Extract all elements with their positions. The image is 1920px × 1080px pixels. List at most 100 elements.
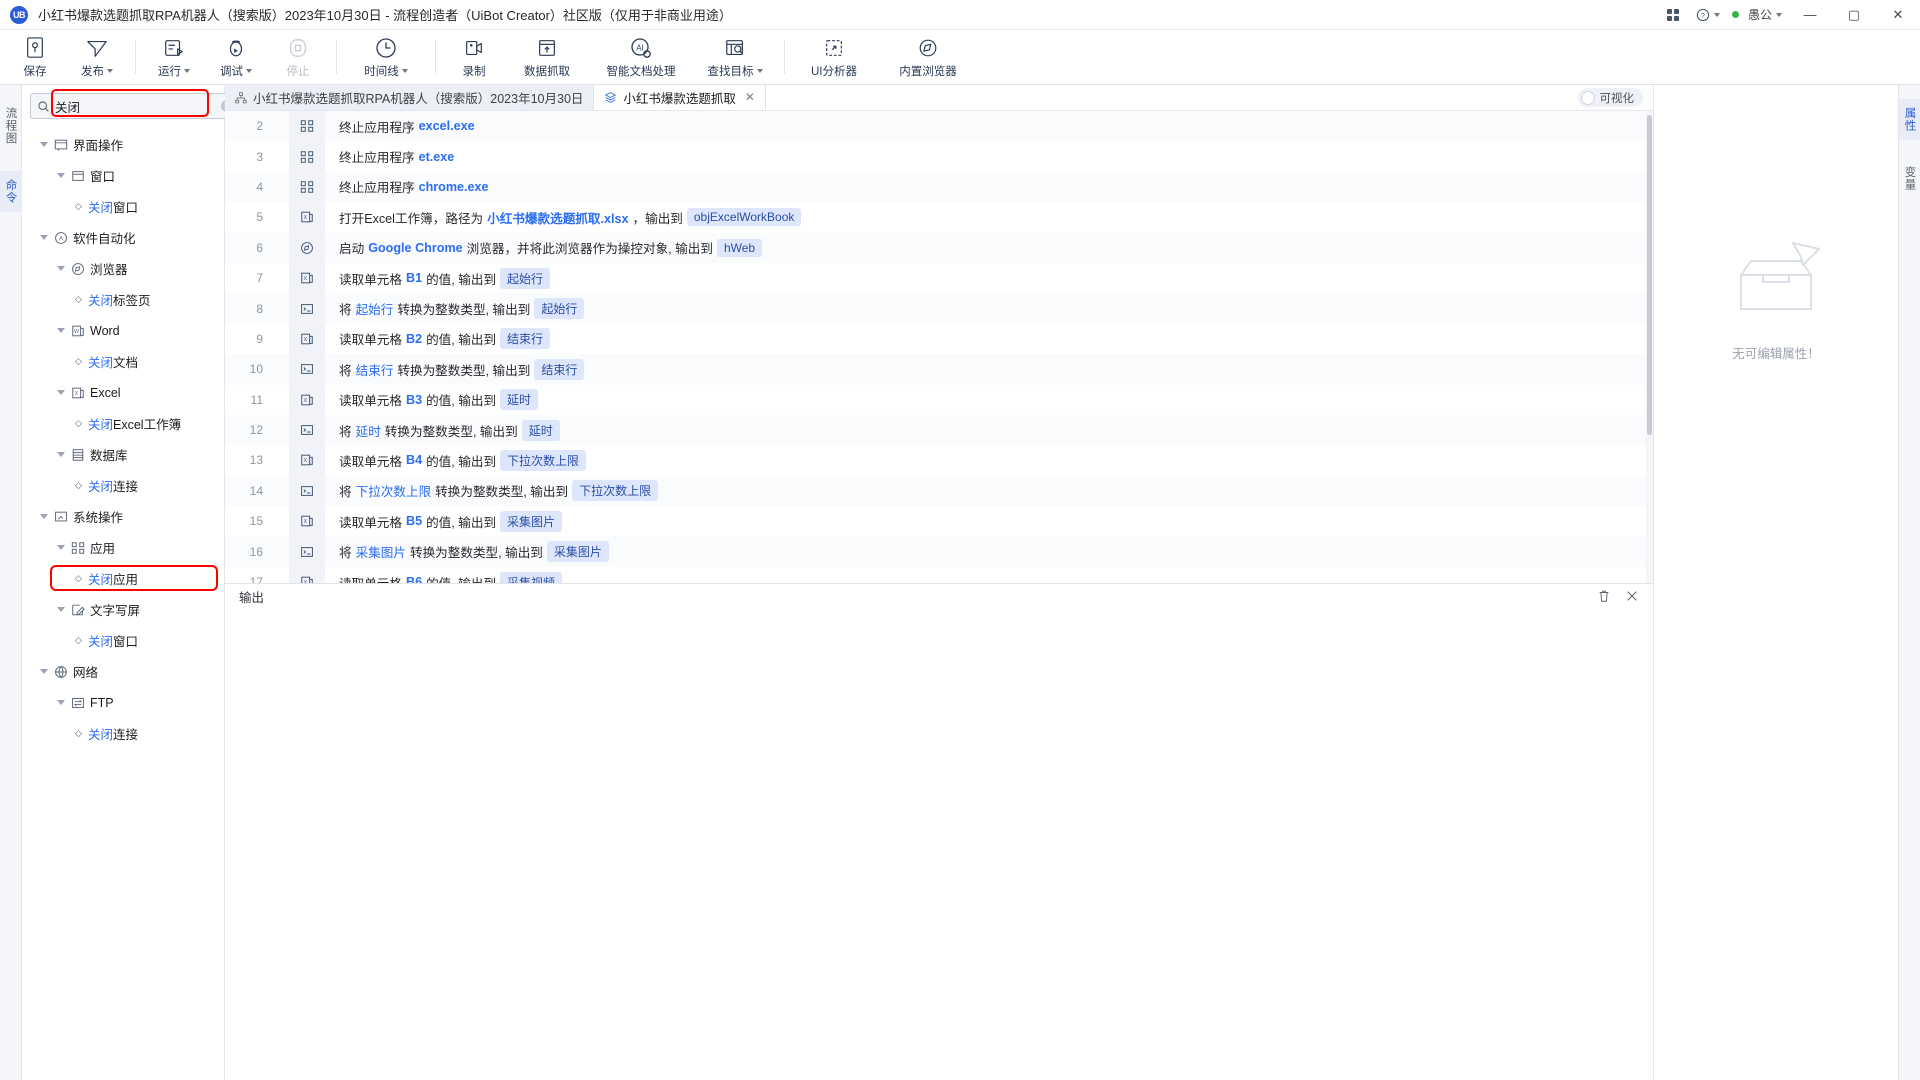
flow-step-row[interactable]: 9 X 读取单元格 B2 的值, 输出到 结束行 xyxy=(225,323,1653,355)
expand-arrow-icon[interactable] xyxy=(57,173,65,178)
tree-leaf-关闭标签页[interactable]: ◇ 关闭 标签页 xyxy=(22,284,224,315)
toolbar-record-button[interactable]: 录制 xyxy=(443,30,505,84)
toolbar-run-button[interactable]: 运行 xyxy=(143,30,205,84)
flow-step-row[interactable]: 17 X 读取单元格 B6 的值, 输出到采集视频 xyxy=(225,566,1653,583)
tree-node-match: 关闭 xyxy=(88,294,114,308)
window-title: 小红书爆款选题抓取RPA机器人（搜索版）2023年10月30日 - 流程创造者（… xyxy=(38,8,732,23)
tree-group-文字写屏[interactable]: 文字写屏 xyxy=(22,594,224,625)
flow-step-output-variable[interactable]: 延时 xyxy=(521,419,560,441)
tree-group-Word[interactable]: W Word xyxy=(22,315,224,346)
tree-group-软件自动化[interactable]: A 软件自动化 xyxy=(22,222,224,253)
flow-step-row[interactable]: 13 X 读取单元格 B4 的值, 输出到 下拉次数上限 xyxy=(225,445,1653,476)
minimize-button[interactable]: — xyxy=(1788,0,1832,30)
flow-step-output-variable[interactable]: 下拉次数上限 xyxy=(500,449,587,471)
toolbar-ui-analyzer-button[interactable]: UI分析器 xyxy=(792,30,876,84)
flow-step-row[interactable]: 7 X 读取单元格 B1 的值, 输出到 起始行 xyxy=(225,262,1653,294)
editor-tab-process[interactable]: 小红书爆款选题抓取RPA机器人（搜索版）2023年10月30日 xyxy=(225,85,595,110)
close-button[interactable]: ✕ xyxy=(1876,0,1920,30)
expand-arrow-icon[interactable] xyxy=(57,328,65,333)
tree-group-系统操作[interactable]: 系统操作 xyxy=(22,501,224,532)
toolbar-builtin-browser-button[interactable]: 内置浏览器 xyxy=(876,30,980,84)
data-capture-icon xyxy=(536,36,558,60)
tree-group-浏览器[interactable]: 浏览器 xyxy=(22,253,224,284)
tree-group-FTP[interactable]: FTP xyxy=(22,687,224,718)
tree-leaf-关闭窗口[interactable]: ◇ 关闭 窗口 xyxy=(22,191,224,222)
trash-icon[interactable] xyxy=(1597,589,1611,603)
tree-leaf-关闭Excel工作簿[interactable]: ◇ 关闭 Excel工作簿 xyxy=(22,408,224,439)
toolbar-ai-document-button[interactable]: AI 智能文档处理 xyxy=(589,30,693,84)
flow-step-row[interactable]: 2 终止应用程序 excel.exe xyxy=(225,111,1653,142)
flow-step-row[interactable]: 8 将 起始行 转换为整数类型, 输出到 起始行 xyxy=(225,293,1653,324)
flow-step-output-variable[interactable]: hWeb xyxy=(716,238,763,257)
expand-arrow-icon[interactable] xyxy=(40,514,48,519)
visualization-toggle[interactable]: 可视化 xyxy=(1577,88,1643,107)
vtab-flowchart[interactable]: 流程图 xyxy=(0,99,22,153)
flow-step-output-variable[interactable]: 结束行 xyxy=(534,358,585,380)
tree-group-界面操作[interactable]: 界面操作 xyxy=(22,129,224,160)
flow-step-row[interactable]: 12 将 延时 转换为整数类型, 输出到 延时 xyxy=(225,414,1653,446)
flow-step-row[interactable]: 14 将 下拉次数上限 转换为整数类型, 输出到 下拉次数上限 xyxy=(225,475,1653,507)
search-input[interactable] xyxy=(55,99,216,113)
tree-leaf-关闭应用[interactable]: ◇ 关闭 应用 xyxy=(22,563,224,594)
maximize-button[interactable]: ▢ xyxy=(1832,0,1876,30)
help-button[interactable]: ? xyxy=(1690,0,1726,30)
expand-arrow-icon[interactable] xyxy=(57,607,65,612)
close-icon[interactable] xyxy=(1625,589,1639,603)
toolbar-save-button[interactable]: 保存 xyxy=(4,30,66,84)
scrollbar-thumb[interactable] xyxy=(1647,115,1652,435)
tree-group-应用[interactable]: 应用 xyxy=(22,532,224,563)
expand-arrow-icon[interactable] xyxy=(57,452,65,457)
tree-leaf-关闭连接[interactable]: ◇ 关闭 连接 xyxy=(22,470,224,501)
flow-step-row[interactable]: 16 将 采集图片 转换为整数类型, 输出到 采集图片 xyxy=(225,536,1653,567)
vtab-variables[interactable]: 变量 xyxy=(1899,158,1920,199)
tree-group-网络[interactable]: 网络 xyxy=(22,656,224,687)
toolbar-debug-button[interactable]: 调试 xyxy=(205,30,267,84)
flow-step-row[interactable]: 5 X 打开Excel工作簿，路径为 小红书爆款选题抓取.xlsx ，输出到 objEx… xyxy=(225,202,1653,233)
flow-step-row[interactable]: 4 终止应用程序 chrome.exe xyxy=(225,171,1653,203)
expand-arrow-icon[interactable] xyxy=(40,142,48,147)
flow-step-row[interactable]: 11 X 读取单元格 B3 的值, 输出到 延时 xyxy=(225,384,1653,415)
flow-step-row[interactable]: 6 启动 Google Chrome 浏览器，并将此浏览器作为操控对象, 输出到 h… xyxy=(225,232,1653,263)
apps-grid-button[interactable] xyxy=(1656,0,1690,30)
toolbar-stop-button[interactable]: 停止 xyxy=(267,30,329,84)
flow-step-output-variable[interactable]: objExcelWorkBook xyxy=(686,208,802,227)
close-icon[interactable]: ✕ xyxy=(745,90,755,104)
tree-group-数据库[interactable]: 数据库 xyxy=(22,439,224,470)
expand-arrow-icon[interactable] xyxy=(57,390,65,395)
flow-step-row[interactable]: 3 终止应用程序 et.exe xyxy=(225,141,1653,172)
flow-step-output-variable[interactable]: 下拉次数上限 xyxy=(572,480,659,502)
expand-arrow-icon[interactable] xyxy=(57,545,65,550)
flow-step-row[interactable]: 15 X 读取单元格 B5 的值, 输出到 采集图片 xyxy=(225,506,1653,537)
flow-step-output-variable[interactable]: 延时 xyxy=(500,389,539,411)
tree-group-窗口[interactable]: 窗口 xyxy=(22,160,224,191)
vtab-properties[interactable]: 属性 xyxy=(1898,99,1920,140)
tree-leaf-关闭窗口[interactable]: ◇ 关闭 窗口 xyxy=(22,625,224,656)
vtab-commands[interactable]: 命令 xyxy=(0,170,22,212)
search-box[interactable]: ✕ xyxy=(30,93,240,119)
output-tab[interactable]: 输出 xyxy=(225,587,278,606)
expand-arrow-icon[interactable] xyxy=(57,700,65,705)
expand-arrow-icon[interactable] xyxy=(40,235,48,240)
flow-step-row[interactable]: 10 将 结束行 转换为整数类型, 输出到 结束行 xyxy=(225,354,1653,385)
flow-step-text: 读取单元格 B6 的值, 输出到采集视频 xyxy=(325,571,563,583)
flow-step-output-variable[interactable]: 采集图片 xyxy=(500,510,563,532)
flow-step-output-variable[interactable]: 起始行 xyxy=(500,267,551,289)
tree-group-Excel[interactable]: X Excel xyxy=(22,377,224,408)
tree-leaf-关闭文档[interactable]: ◇ 关闭 文档 xyxy=(22,346,224,377)
flow-vertical-scrollbar[interactable] xyxy=(1646,111,1653,583)
expand-arrow-icon[interactable] xyxy=(57,266,65,271)
user-menu-button[interactable]: 愚公 xyxy=(1726,0,1788,30)
toolbar-publish-button[interactable]: 发布 xyxy=(66,30,128,84)
empty-box-icon xyxy=(1721,235,1831,327)
tree-node-label: 界面操作 xyxy=(73,139,124,153)
toolbar-timeline-button[interactable]: 时间线 xyxy=(344,30,428,84)
tree-leaf-关闭连接[interactable]: ◇ 关闭 连接 xyxy=(22,718,224,749)
toolbar-data-capture-button[interactable]: 数据抓取 xyxy=(505,30,589,84)
flow-step-output-variable[interactable]: 起始行 xyxy=(534,298,585,320)
editor-tab-flow[interactable]: 小红书爆款选题抓取 ✕ xyxy=(594,85,766,110)
flow-step-output-variable[interactable]: 采集图片 xyxy=(546,541,609,563)
flow-step-output-variable[interactable]: 结束行 xyxy=(500,328,551,350)
expand-arrow-icon[interactable] xyxy=(40,669,48,674)
flow-step-output-variable[interactable]: 采集视频 xyxy=(500,571,563,583)
toolbar-find-target-button[interactable]: 查找目标 xyxy=(693,30,777,84)
